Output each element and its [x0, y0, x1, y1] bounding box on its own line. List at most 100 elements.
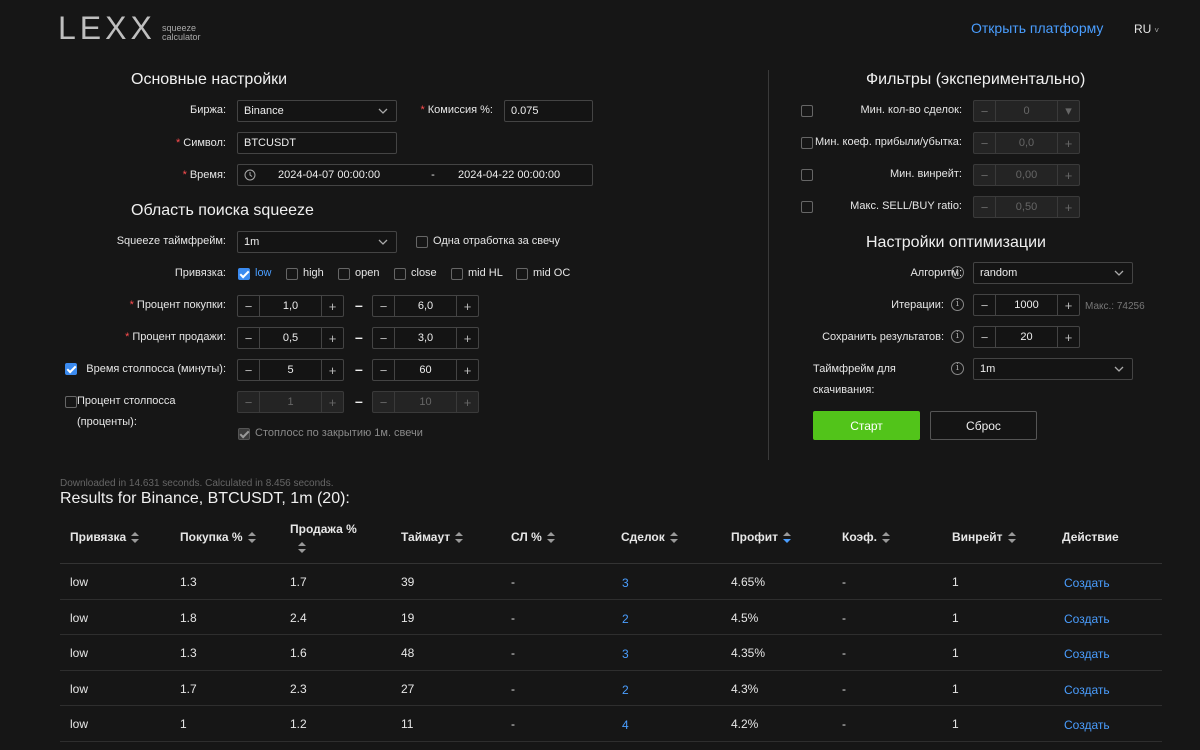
info-icon[interactable]: i: [951, 266, 964, 279]
cell-action[interactable]: Создать: [1064, 576, 1110, 590]
cell-deals[interactable]: 2: [622, 683, 629, 697]
sort-icon[interactable]: [298, 542, 306, 554]
plus-icon[interactable]: +: [1057, 165, 1079, 185]
stop-on-close-checkbox[interactable]: [238, 428, 250, 440]
plus-icon[interactable]: +: [321, 328, 343, 348]
minus-icon[interactable]: −: [238, 392, 260, 412]
plus-icon[interactable]: +: [456, 296, 478, 316]
plus-icon[interactable]: +: [1057, 327, 1079, 347]
cell-action[interactable]: Создать: [1064, 683, 1110, 697]
filter-min-pl-checkbox[interactable]: [801, 137, 813, 149]
plus-icon[interactable]: +: [456, 328, 478, 348]
sell-percent-from-stepper[interactable]: −0,5 +: [237, 327, 344, 349]
stop-time-to-stepper[interactable]: −60 +: [372, 359, 479, 381]
minus-icon[interactable]: −: [974, 101, 996, 121]
time-from[interactable]: 2024-04-07 00:00:00: [278, 169, 408, 181]
filter-min-pl-stepper[interactable]: −0,0 +: [973, 132, 1080, 154]
plus-icon[interactable]: +: [1057, 197, 1079, 217]
stop-percent-checkbox[interactable]: [65, 396, 77, 408]
exchange-select[interactable]: Binance: [237, 100, 397, 122]
cell-deals[interactable]: 2: [622, 612, 629, 626]
cell-action[interactable]: Создать: [1064, 612, 1110, 626]
minus-icon[interactable]: −: [373, 328, 395, 348]
sort-icon[interactable]: [669, 532, 678, 544]
column-header[interactable]: СЛ %: [511, 530, 555, 544]
sort-icon[interactable]: [455, 532, 464, 544]
plus-icon[interactable]: +: [1057, 295, 1079, 315]
stop-percent-to-stepper[interactable]: −10 +: [372, 391, 479, 413]
plus-icon[interactable]: +: [321, 296, 343, 316]
filter-min-deals-checkbox[interactable]: [801, 105, 813, 117]
language-selector[interactable]: RU ˅: [1134, 22, 1159, 36]
time-range-picker[interactable]: 2024-04-07 00:00:00 - 2024-04-22 00:00:0…: [237, 164, 593, 186]
minus-icon[interactable]: −: [974, 295, 996, 315]
stop-percent-from-stepper[interactable]: −1 +: [237, 391, 344, 413]
cell-deals[interactable]: 4: [622, 718, 629, 732]
chevron-down-icon[interactable]: ▾: [1057, 101, 1079, 121]
binding-close-checkbox[interactable]: [394, 268, 406, 280]
column-header[interactable]: Таймаут: [401, 530, 464, 544]
column-header[interactable]: Сделок: [621, 530, 678, 544]
filter-min-winrate-checkbox[interactable]: [801, 169, 813, 181]
cell-deals[interactable]: 3: [622, 576, 629, 590]
sort-icon[interactable]: [1007, 532, 1016, 544]
info-icon[interactable]: i: [951, 330, 964, 343]
plus-icon[interactable]: +: [321, 392, 343, 412]
filter-max-ratio-stepper[interactable]: −0,50 +: [973, 196, 1080, 218]
plus-icon[interactable]: +: [321, 360, 343, 380]
column-header[interactable]: Винрейт: [952, 530, 1016, 544]
binding-high-checkbox[interactable]: [286, 268, 298, 280]
reset-button[interactable]: Сброс: [930, 411, 1037, 440]
sort-icon[interactable]: [546, 532, 555, 544]
column-header[interactable]: Коэф.: [842, 530, 890, 544]
cell-action[interactable]: Создать: [1064, 718, 1110, 732]
info-icon[interactable]: i: [951, 298, 964, 311]
squeeze-timeframe-select[interactable]: 1m: [237, 231, 397, 253]
sort-icon[interactable]: [131, 532, 140, 544]
minus-icon[interactable]: −: [974, 197, 996, 217]
open-platform-link[interactable]: Открыть платформу: [971, 20, 1103, 36]
minus-icon[interactable]: −: [373, 360, 395, 380]
minus-icon[interactable]: −: [238, 328, 260, 348]
minus-icon[interactable]: −: [238, 296, 260, 316]
minus-icon[interactable]: −: [373, 392, 395, 412]
iterations-stepper[interactable]: −1000 +: [973, 294, 1080, 316]
minus-icon[interactable]: −: [974, 327, 996, 347]
sort-icon[interactable]: [247, 532, 256, 544]
symbol-input[interactable]: BTCUSDT: [237, 132, 397, 154]
start-button[interactable]: Старт: [813, 411, 920, 440]
binding-midoc-checkbox[interactable]: [516, 268, 528, 280]
download-timeframe-select[interactable]: 1m: [973, 358, 1133, 380]
filter-min-winrate-stepper[interactable]: −0,00 +: [973, 164, 1080, 186]
cell-action[interactable]: Создать: [1064, 647, 1110, 661]
minus-icon[interactable]: −: [373, 296, 395, 316]
sort-icon[interactable]: [783, 532, 792, 544]
sell-percent-to-stepper[interactable]: −3,0 +: [372, 327, 479, 349]
sort-icon[interactable]: [881, 532, 890, 544]
plus-icon[interactable]: +: [456, 392, 478, 412]
info-icon[interactable]: i: [951, 362, 964, 375]
stop-time-from-stepper[interactable]: −5 +: [237, 359, 344, 381]
stop-time-checkbox[interactable]: [65, 363, 77, 375]
plus-icon[interactable]: +: [456, 360, 478, 380]
column-header[interactable]: Покупка %: [180, 530, 256, 544]
filter-min-deals-stepper[interactable]: −0 ▾: [973, 100, 1080, 122]
column-header[interactable]: Продажа %: [290, 520, 357, 556]
minus-icon[interactable]: −: [974, 165, 996, 185]
plus-icon[interactable]: +: [1057, 133, 1079, 153]
binding-open-checkbox[interactable]: [338, 268, 350, 280]
time-to[interactable]: 2024-04-22 00:00:00: [458, 169, 560, 181]
cell-deals[interactable]: 3: [622, 647, 629, 661]
binding-midhl-checkbox[interactable]: [451, 268, 463, 280]
save-results-stepper[interactable]: −20 +: [973, 326, 1080, 348]
binding-low-checkbox[interactable]: [238, 268, 250, 280]
filter-max-ratio-checkbox[interactable]: [801, 201, 813, 213]
one-per-candle-checkbox[interactable]: [416, 236, 428, 248]
algorithm-select[interactable]: random: [973, 262, 1133, 284]
column-header[interactable]: Привязка: [70, 530, 140, 544]
minus-icon[interactable]: −: [238, 360, 260, 380]
column-header[interactable]: Профит: [731, 530, 792, 544]
buy-percent-to-stepper[interactable]: −6,0 +: [372, 295, 479, 317]
commission-input[interactable]: 0.075: [504, 100, 593, 122]
minus-icon[interactable]: −: [974, 133, 996, 153]
